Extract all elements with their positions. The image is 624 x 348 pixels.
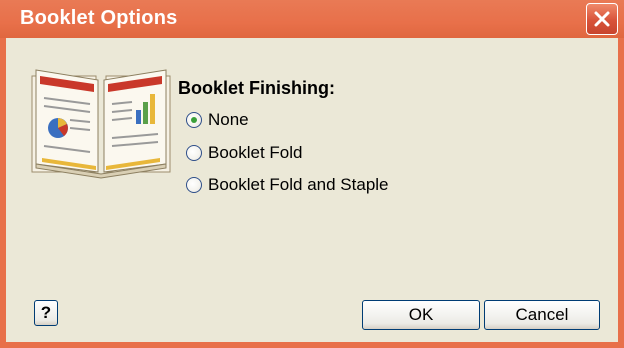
dialog-title: Booklet Options (20, 7, 178, 29)
booklet-icon (31, 69, 171, 179)
dialog-body: Booklet Finishing: None Booklet Fold Boo… (6, 38, 618, 342)
title-bar[interactable]: Booklet Options (0, 0, 624, 38)
radio-button[interactable] (186, 177, 202, 193)
help-button[interactable]: ? (34, 300, 58, 326)
cancel-button[interactable]: Cancel (484, 300, 600, 330)
radio-booklet-fold-label[interactable]: Booklet Fold (208, 143, 303, 163)
close-x-icon (594, 11, 610, 27)
radio-button[interactable] (186, 145, 202, 161)
booklet-options-dialog: Booklet Options Booklet Finishing: None … (0, 0, 624, 348)
ok-button[interactable]: OK (362, 300, 480, 330)
radio-booklet-fold-staple-label[interactable]: Booklet Fold and Staple (208, 175, 389, 195)
radio-booklet-fold[interactable]: Booklet Fold (186, 140, 303, 166)
booklet-finishing-label: Booklet Finishing: (178, 78, 335, 98)
radio-button-selected[interactable] (186, 112, 202, 128)
radio-none-label[interactable]: None (208, 110, 249, 130)
close-button[interactable] (586, 3, 618, 35)
radio-booklet-fold-staple[interactable]: Booklet Fold and Staple (186, 172, 389, 198)
radio-none[interactable]: None (186, 107, 249, 133)
